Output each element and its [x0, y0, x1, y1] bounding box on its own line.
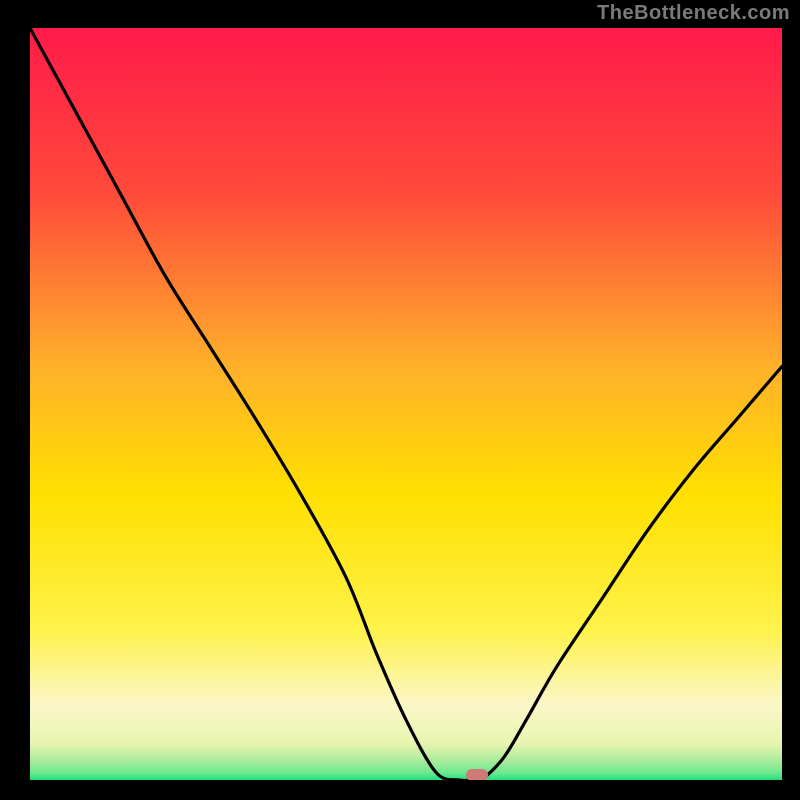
- plot-area: [30, 28, 782, 780]
- optimal-marker: [466, 769, 488, 780]
- watermark-text: TheBottleneck.com: [597, 2, 790, 25]
- bottleneck-curve: [30, 28, 782, 780]
- chart-stage: TheBottleneck.com: [0, 0, 800, 800]
